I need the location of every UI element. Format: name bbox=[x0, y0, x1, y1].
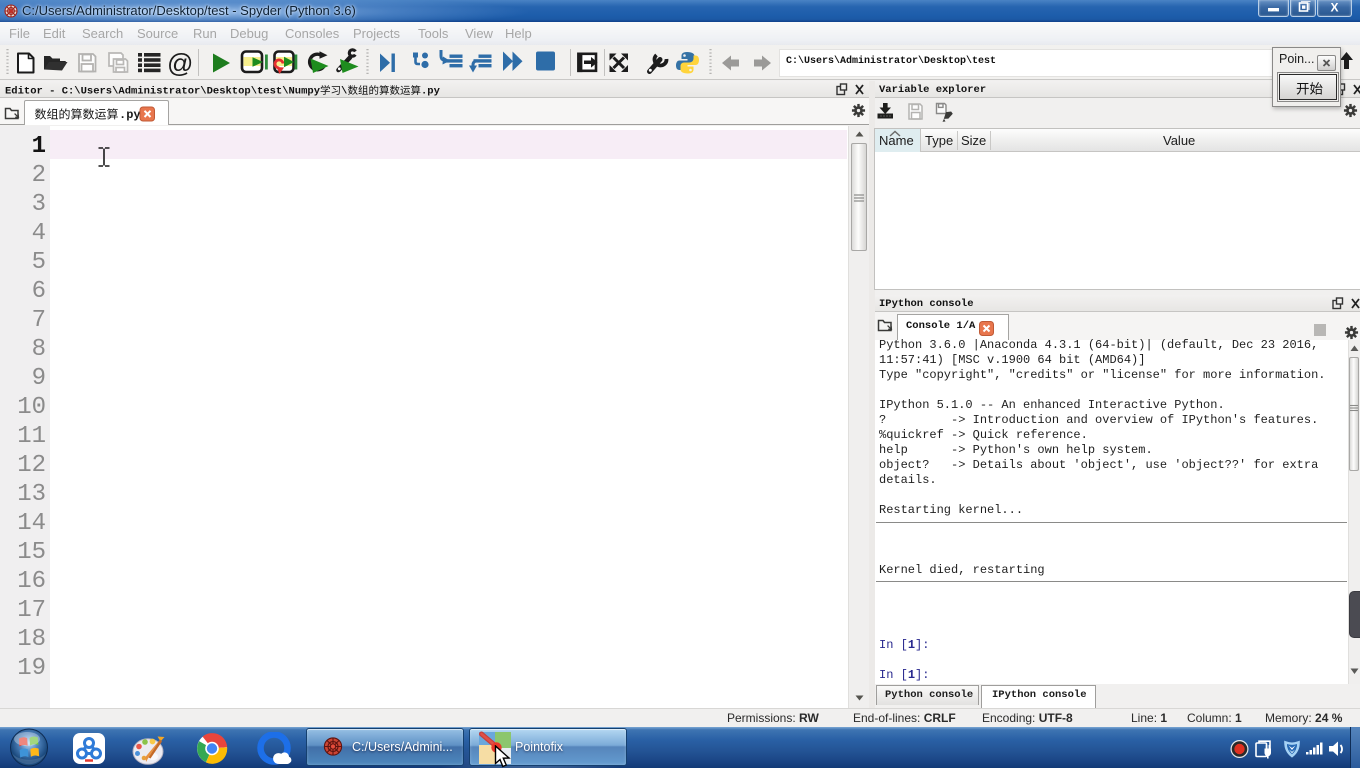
svg-text:.py: .py bbox=[421, 86, 441, 98]
svg-text:X: X bbox=[1330, 1, 1338, 15]
svg-text:@: @ bbox=[167, 48, 193, 78]
svg-text:.py: .py bbox=[119, 108, 141, 122]
svg-text:\: \ bbox=[341, 86, 347, 98]
svg-text:Editor - C:\Users\Administrato: Editor - C:\Users\Administrator\Desktop\… bbox=[5, 86, 321, 98]
